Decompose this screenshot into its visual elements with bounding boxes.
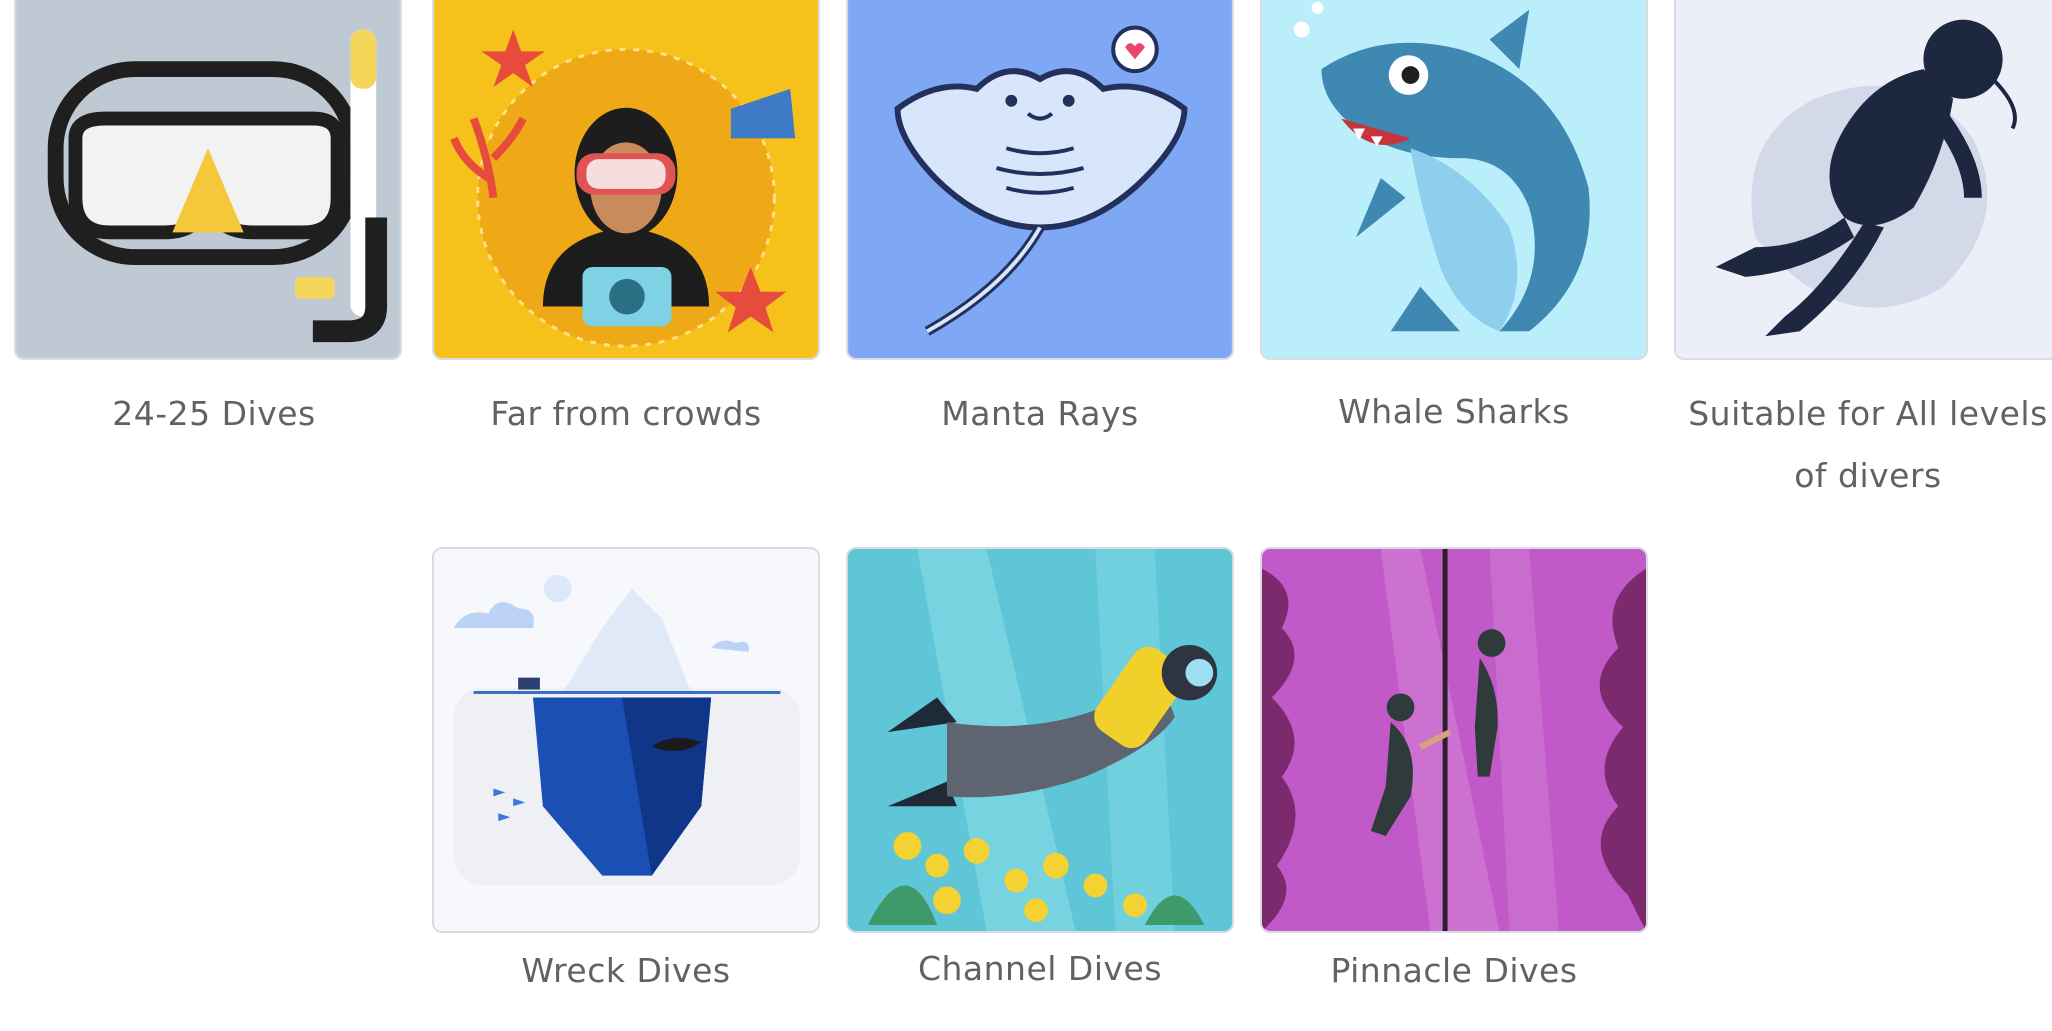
feature-card-channel xyxy=(846,547,1234,933)
whale-shark-icon xyxy=(1262,0,1646,358)
manta-ray-icon xyxy=(848,0,1232,358)
feature-card-manta xyxy=(846,0,1234,360)
swimming-diver-icon xyxy=(848,549,1232,931)
feature-label-pinnacle: Pinnacle Dives xyxy=(1330,951,1578,990)
feature-label-wreck: Wreck Dives xyxy=(521,951,731,990)
feature-label-crowds: Far from crowds xyxy=(490,394,762,433)
feature-label-manta: Manta Rays xyxy=(941,394,1139,433)
feature-card-dives xyxy=(14,0,402,360)
feature-label-whale: Whale Sharks xyxy=(1338,392,1570,431)
feature-label-levels: Suitable for All levels of divers xyxy=(1648,383,2052,507)
feature-label-levels-line1: Suitable for All levels xyxy=(1688,394,2048,433)
feature-card-crowds xyxy=(432,0,820,360)
pinnacle-divers-icon xyxy=(1262,549,1646,931)
iceberg-icon xyxy=(434,549,818,931)
scuba-diver-silhouette-icon xyxy=(1676,0,2052,358)
feature-card-pinnacle xyxy=(1260,547,1648,933)
snorkel-mask-icon xyxy=(16,0,400,358)
feature-card-levels xyxy=(1674,0,2052,360)
feature-label-channel: Channel Dives xyxy=(917,949,1163,988)
feature-card-wreck xyxy=(432,547,820,933)
diver-photographer-icon xyxy=(434,0,818,358)
feature-label-dives: 24-25 Dives xyxy=(112,394,316,433)
feature-card-whale xyxy=(1260,0,1648,360)
feature-label-levels-line2: of divers xyxy=(1794,456,1942,495)
